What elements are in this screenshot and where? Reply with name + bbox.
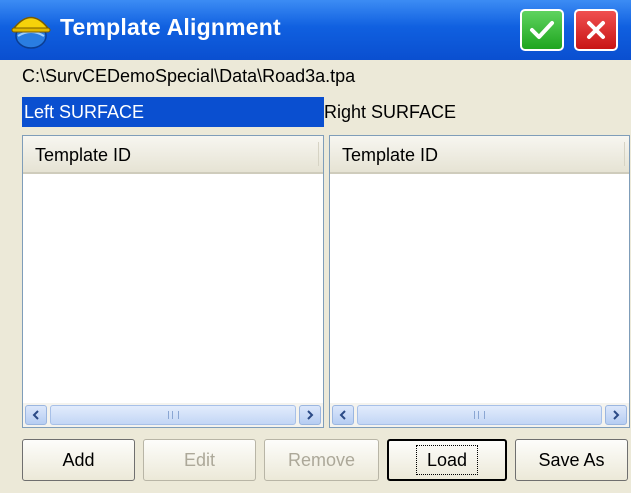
checkmark-icon	[530, 21, 554, 39]
arrow-right-icon	[613, 410, 620, 420]
right-horizontal-scrollbar[interactable]	[330, 403, 629, 427]
add-button[interactable]: Add	[22, 439, 135, 481]
left-horizontal-scrollbar[interactable]	[23, 403, 323, 427]
arrow-right-icon	[307, 410, 314, 420]
window-title: Template Alignment	[60, 14, 281, 40]
scroll-right-button[interactable]	[299, 405, 321, 425]
right-column-header[interactable]: Template ID	[330, 136, 629, 174]
left-template-list[interactable]: Template ID	[22, 135, 324, 428]
close-icon	[587, 21, 605, 39]
scroll-left-button[interactable]	[332, 405, 354, 425]
right-surface-label[interactable]: Right SURFACE	[324, 97, 456, 127]
save-as-button[interactable]: Save As	[515, 439, 628, 481]
remove-button[interactable]: Remove	[264, 439, 379, 481]
grip-icon	[474, 411, 485, 419]
arrow-left-icon	[32, 410, 39, 420]
right-template-list[interactable]: Template ID	[329, 135, 630, 428]
edit-button[interactable]: Edit	[143, 439, 256, 481]
grip-icon	[167, 411, 179, 419]
left-surface-label[interactable]: Left SURFACE	[22, 97, 324, 127]
ok-button[interactable]	[520, 9, 564, 51]
load-button-label: Load	[415, 445, 479, 475]
scroll-right-button[interactable]	[605, 405, 627, 425]
scroll-thumb[interactable]	[50, 405, 296, 425]
arrow-left-icon	[339, 410, 346, 420]
load-button[interactable]: Load	[387, 439, 507, 481]
hard-hat-globe-icon	[11, 16, 51, 49]
file-path: C:\SurvCEDemoSpecial\Data\Road3a.tpa	[22, 66, 356, 86]
left-column-header[interactable]: Template ID	[23, 136, 323, 174]
scroll-thumb[interactable]	[357, 405, 602, 425]
scroll-left-button[interactable]	[25, 405, 47, 425]
cancel-button[interactable]	[574, 9, 618, 51]
title-bar: Template Alignment	[0, 0, 631, 60]
